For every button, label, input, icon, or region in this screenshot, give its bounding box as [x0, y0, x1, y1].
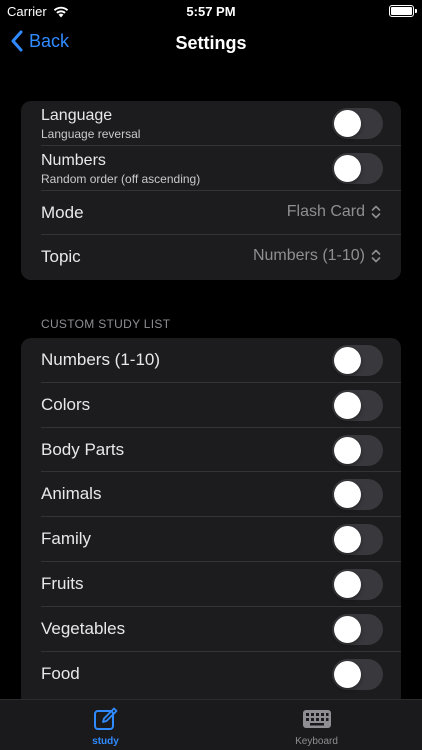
setting-label: Topic [41, 247, 81, 267]
custom-study-list: Numbers (1-10) Colors Body Parts Animals… [21, 338, 401, 708]
keyboard-icon [302, 710, 331, 728]
study-item-label: Body Parts [41, 439, 125, 459]
random-order-toggle[interactable] [332, 152, 383, 184]
section-header-custom-study: CUSTOM STUDY LIST [41, 317, 171, 331]
setting-row-topic[interactable]: Topic Numbers (1-10) [41, 235, 401, 280]
study-item: Family [41, 517, 401, 562]
tab-bar: study Keyboard [0, 699, 422, 750]
page-title: Settings [175, 33, 247, 53]
setting-row-numbers: Numbers Random order (off ascending) [41, 146, 401, 191]
tab-label: Keyboard [295, 736, 338, 747]
edit-icon [93, 707, 117, 730]
study-item-label: Family [41, 529, 92, 549]
study-item: Fruits [41, 562, 401, 607]
study-item-label: Food [41, 663, 80, 683]
study-item-toggle[interactable] [332, 389, 383, 421]
chevron-up-down-icon [371, 205, 381, 218]
setting-sublabel: Random order (off ascending) [41, 171, 201, 186]
study-item-toggle[interactable] [332, 658, 383, 690]
study-item-label: Colors [41, 394, 91, 414]
study-item: Numbers (1-10) [41, 338, 401, 383]
study-item: Colors [41, 383, 401, 428]
tab-study[interactable]: study [0, 706, 211, 747]
study-item: Vegetables [41, 607, 401, 652]
setting-row-language: Language Language reversal [41, 101, 401, 146]
topic-picker[interactable]: Numbers (1-10) [253, 247, 381, 265]
setting-sublabel: Language reversal [41, 127, 141, 141]
status-time: 5:57 PM [186, 4, 236, 19]
study-item-toggle[interactable] [332, 613, 383, 645]
language-reversal-toggle[interactable] [332, 108, 383, 139]
setting-label: Mode [41, 202, 84, 222]
settings-group: Language Language reversal Numbers Rando… [21, 101, 401, 280]
mode-picker[interactable]: Flash Card [287, 203, 381, 221]
battery-icon [389, 5, 417, 17]
tab-keyboard[interactable]: Keyboard [211, 706, 422, 747]
study-item-toggle[interactable] [332, 345, 383, 376]
study-item-label: Animals [41, 484, 102, 504]
study-item-toggle[interactable] [332, 568, 383, 600]
study-item-label: Vegetables [41, 618, 126, 638]
topic-value: Numbers (1-10) [252, 247, 365, 265]
chevron-up-down-icon [371, 250, 381, 263]
setting-label: Numbers [41, 151, 106, 169]
setting-row-mode[interactable]: Mode Flash Card [41, 191, 401, 236]
status-bar: Carrier 5:57 PM [0, 0, 422, 24]
setting-label: Language [41, 107, 113, 124]
study-item-toggle[interactable] [332, 479, 383, 511]
study-item-toggle[interactable] [332, 524, 383, 556]
study-item: Food [41, 652, 401, 697]
study-item: Body Parts [41, 428, 401, 473]
navigation-bar: Back Settings [0, 24, 422, 64]
study-item-label: Numbers (1-10) [41, 350, 161, 369]
study-item: Animals [41, 472, 401, 518]
study-item-toggle[interactable] [332, 434, 383, 466]
study-item-label: Fruits [41, 573, 84, 593]
mode-value: Flash Card [286, 202, 365, 220]
tab-label: study [92, 736, 119, 747]
